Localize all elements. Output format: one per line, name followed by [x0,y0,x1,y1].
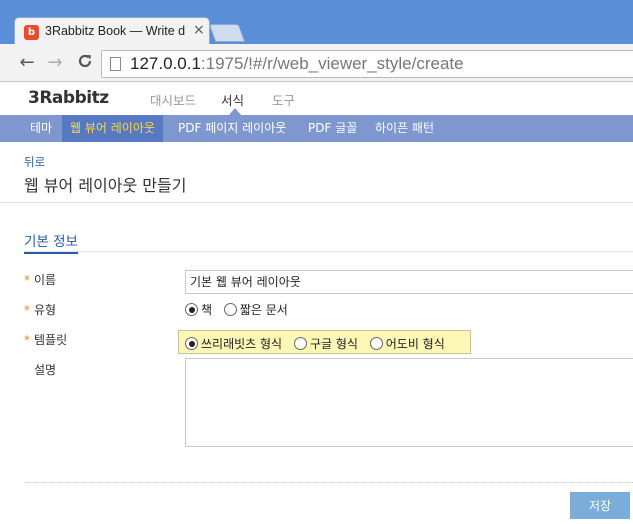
required-mark: * [24,333,30,347]
template-label-text: 템플릿 [34,333,68,347]
new-tab-button[interactable] [208,24,246,42]
address-bar[interactable]: 127.0.0.1:1975/!#/r/web_viewer_style/cre… [101,50,633,78]
template-option-adobe[interactable]: 어도비 형식 [369,335,445,352]
required-mark: * [24,273,30,287]
browser-titlebar: b 3Rabbitz Book — Write d × [0,0,633,45]
template-label: * 템플릿 [24,331,67,348]
template-option-google[interactable]: 구글 형식 [293,335,358,352]
radio-button[interactable] [185,337,198,350]
browser-toolbar: ← → 127.0.0.1:1975/!#/r/web_viewer_style… [0,44,633,82]
close-icon[interactable]: × [193,22,207,38]
logo-text: Rabbitz [39,88,109,108]
radio-button[interactable] [369,337,383,350]
type-option-short-doc[interactable]: 짧은 문서 [223,301,288,318]
radio-label: 어도비 형식 [385,337,445,351]
page-title: 웹 뷰어 레이아웃 만들기 [24,176,187,195]
page-icon [110,57,121,71]
subnav-theme[interactable]: 테마 [22,115,60,142]
url-text: 127.0.0.1:1975/!#/r/web_viewer_style/cre… [130,54,464,74]
radio-label: 구글 형식 [309,337,358,351]
section-divider [24,251,633,252]
radio-button[interactable] [223,303,237,316]
description-textarea[interactable] [185,358,633,447]
description-label: 설명 [34,363,57,377]
url-path: :1975/!#/r/web_viewer_style/create [200,54,464,73]
browser-tab[interactable]: b 3Rabbitz Book — Write d × [14,17,210,45]
type-radio-group: 책 짧은 문서 [185,301,296,321]
name-input[interactable]: 기본 웹 뷰어 레이아웃 [185,270,633,294]
active-nav-caret [229,108,241,115]
type-label: * 유형 [24,301,56,318]
url-host: 127.0.0.1 [130,54,201,73]
radio-label: 쓰리래빗츠 형식 [201,337,283,351]
radio-label: 짧은 문서 [239,303,288,317]
tab-title: 3Rabbitz Book — Write d [45,24,185,38]
forward-arrow-icon[interactable]: → [44,52,66,74]
name-label-text: 이름 [34,273,57,287]
nav-tools[interactable]: 도구 [272,90,295,109]
logo[interactable]: 3Rabbitz [28,88,109,108]
favicon-icon: b [24,25,39,40]
radio-button[interactable] [185,303,198,316]
radio-label: 책 [201,303,213,317]
back-arrow-icon[interactable]: ← [16,52,38,74]
type-option-book[interactable]: 책 [185,301,212,318]
required-mark: * [24,303,30,317]
subnav-web-viewer-layout[interactable]: 웹 뷰어 레이아웃 [62,115,163,142]
template-option-3rabbitz[interactable]: 쓰리래빗츠 형식 [185,335,282,352]
reload-glyph [78,54,92,68]
divider [0,202,633,203]
back-link[interactable]: 뒤로 [24,154,45,170]
subnav-hyphen-pattern[interactable]: 하이픈 패턴 [367,115,442,142]
template-radio-group: 쓰리래빗츠 형식 구글 형식 어도비 형식 [178,330,471,354]
sub-navigation: 테마 웹 뷰어 레이아웃 PDF 페이지 레이아웃 PDF 글꼴 하이픈 패턴 [0,115,633,142]
subnav-pdf-page-layout[interactable]: PDF 페이지 레이아웃 [170,115,294,142]
nav-dashboard[interactable]: 대시보드 [150,90,196,109]
save-button[interactable]: 저장 [570,492,630,519]
nav-format[interactable]: 서식 [221,90,244,109]
subnav-pdf-fonts[interactable]: PDF 글꼴 [300,115,365,142]
app-header: 3Rabbitz 대시보드 서식 도구 [0,82,633,115]
name-label: * 이름 [24,271,56,288]
type-label-text: 유형 [34,303,57,317]
radio-button[interactable] [293,337,307,350]
logo-number: 3 [28,88,40,108]
divider [24,482,633,483]
reload-icon[interactable] [74,52,96,74]
